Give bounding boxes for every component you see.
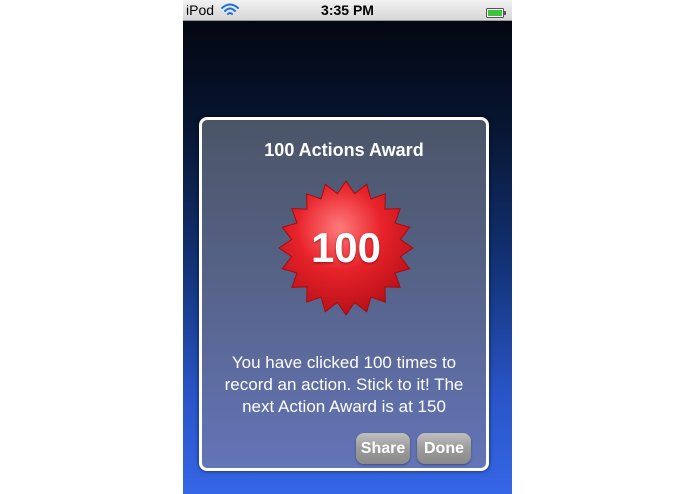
battery-icon (486, 5, 506, 18)
award-message: You have clicked 100 times to record an … (224, 353, 464, 416)
award-dialog: 100 Actions Award 100 You have clicked 1… (199, 117, 489, 471)
dialog-title: 100 Actions Award (264, 140, 424, 160)
phone-screen: iPod 3:35 PM 100 Actions Award 100 You h… (183, 0, 512, 494)
done-button[interactable]: Done (417, 433, 471, 464)
award-badge: 100 (278, 180, 414, 316)
share-button[interactable]: Share (356, 433, 410, 464)
badge-number: 100 (310, 224, 382, 271)
status-bar: iPod 3:35 PM (183, 0, 512, 21)
status-time: 3:35 PM (321, 2, 374, 18)
